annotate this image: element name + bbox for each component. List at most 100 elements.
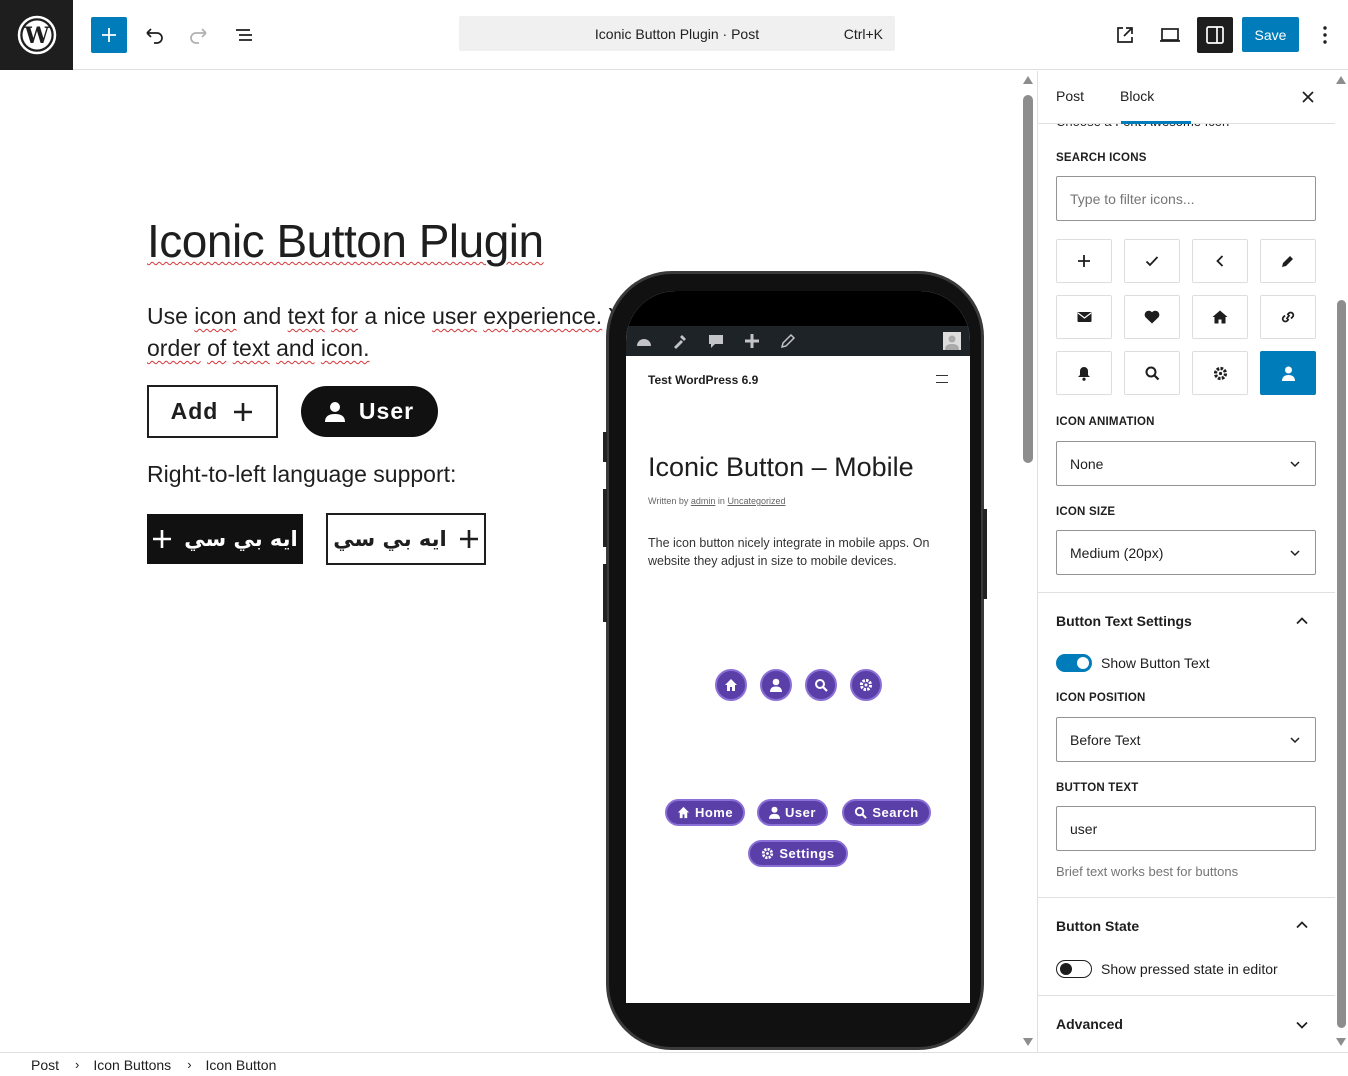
button-text-settings-title[interactable]: Button Text Settings	[1056, 613, 1192, 629]
breadcrumb-item[interactable]: Icon Button	[206, 1057, 277, 1073]
shortcut-hint: Ctrl+K	[843, 25, 883, 42]
save-button[interactable]: Save	[1242, 17, 1299, 52]
editor-canvas[interactable]: Iconic Button Plugin Use icon and text f…	[0, 71, 1020, 1052]
sidebar-icon	[1206, 26, 1224, 44]
scroll-up-arrow-icon[interactable]	[1023, 76, 1033, 84]
show-button-text-toggle[interactable]	[1056, 654, 1092, 672]
mobile-home-pill: Home	[665, 799, 745, 826]
sidebar-tabs: Post Block	[1038, 71, 1335, 124]
paragraph-word: user	[432, 303, 477, 329]
mobile-post-meta: Written by admin in Uncategorized	[648, 496, 785, 506]
plus-icon	[459, 530, 478, 548]
undo-icon	[146, 28, 163, 44]
mobile-settings-pill: Settings	[748, 840, 848, 867]
chevron-right-icon: ›	[75, 1057, 80, 1072]
scroll-down-arrow-icon[interactable]	[1023, 1038, 1033, 1046]
block-inserter-button[interactable]	[91, 17, 127, 53]
rtl-icon-button-outline[interactable]: ايه بي سي	[326, 513, 486, 565]
paragraph-word: icon	[194, 303, 237, 329]
pill-label: User	[785, 805, 816, 820]
chevron-down-icon[interactable]	[1295, 1018, 1309, 1032]
close-sidebar-button[interactable]	[1296, 85, 1320, 109]
scrollbar-thumb[interactable]	[1337, 300, 1346, 1028]
chevron-left-icon[interactable]	[1192, 239, 1248, 283]
command-palette-bar[interactable]: Iconic Button Plugin · Post Ctrl+K	[459, 16, 895, 51]
icon-position-value: Before Text	[1070, 731, 1141, 748]
check-icon[interactable]	[1124, 239, 1180, 283]
pill-label: Home	[694, 805, 734, 820]
editor-top-bar: W Iconic Button Plugin · Post Ctrl+K Sav…	[0, 0, 1348, 70]
customize-icon	[662, 326, 698, 356]
search-icon	[855, 806, 868, 819]
button-text-input[interactable]: user	[1056, 806, 1316, 851]
breadcrumb-item[interactable]: Icon Buttons	[93, 1057, 171, 1073]
search-icon[interactable]	[1124, 351, 1180, 395]
button-state-title[interactable]: Button State	[1056, 918, 1139, 934]
icon-size-select[interactable]: Medium (20px)	[1056, 530, 1316, 575]
block-breadcrumb: Post › Icon Buttons › Icon Button	[0, 1052, 1348, 1076]
user-icon[interactable]	[1260, 351, 1316, 395]
desktop-icon	[1160, 28, 1180, 42]
show-pressed-state-toggle[interactable]	[1056, 960, 1092, 978]
pencil-icon[interactable]	[1260, 239, 1316, 283]
rtl-support-label[interactable]: Right-to-left language support:	[147, 461, 456, 488]
sidebar-scrollbar[interactable]	[1335, 71, 1348, 1052]
post-title[interactable]: Iconic Button Plugin	[147, 214, 544, 268]
panel-divider	[1038, 897, 1335, 898]
bell-icon[interactable]	[1056, 351, 1112, 395]
pill-label: Settings	[779, 846, 835, 861]
panel-divider	[1038, 995, 1335, 996]
paragraph-word: experience.	[483, 303, 603, 329]
plus-icon	[102, 28, 116, 42]
options-button[interactable]	[1307, 17, 1343, 53]
rtl-icon-button-filled[interactable]: ايه بي سي	[147, 514, 303, 564]
meta-written-by: Written by	[648, 496, 689, 506]
advanced-panel-title[interactable]: Advanced	[1056, 1016, 1123, 1032]
heart-icon[interactable]	[1124, 295, 1180, 339]
add-icon-button[interactable]: Add	[147, 385, 278, 438]
canvas-scrollbar[interactable]	[1020, 71, 1036, 1052]
scroll-up-arrow-icon[interactable]	[1336, 76, 1346, 84]
phone-side-button	[603, 432, 607, 462]
chevron-up-icon[interactable]	[1295, 614, 1309, 628]
tab-block[interactable]: Block	[1120, 88, 1154, 104]
link-icon[interactable]	[1260, 295, 1316, 339]
icon-grid	[1056, 239, 1316, 395]
user-icon-button[interactable]: User	[301, 386, 438, 437]
settings-sidebar-toggle[interactable]	[1197, 17, 1233, 53]
scroll-down-arrow-icon[interactable]	[1336, 1038, 1346, 1046]
plus-icon[interactable]	[1056, 239, 1112, 283]
breadcrumb-item[interactable]: Post	[31, 1057, 59, 1073]
paragraph-word: text	[232, 335, 270, 361]
svg-text:W: W	[23, 23, 49, 49]
list-view-icon	[236, 29, 252, 41]
wordpress-logo-icon[interactable]: W	[0, 0, 73, 70]
mobile-post-text: The icon button nicely integrate in mobi…	[648, 536, 930, 568]
settings-sidebar: Choose a Font Awesome Icon Post Block SE…	[1037, 71, 1335, 1052]
redo-button[interactable]	[181, 17, 217, 53]
mobile-phone-image: Test WordPress 6.9 Iconic Button – Mobil…	[603, 271, 987, 1050]
gear-icon	[762, 847, 774, 860]
view-post-button[interactable]	[1107, 17, 1143, 53]
pill-label: Search	[872, 805, 919, 820]
paragraph-word: for	[331, 303, 358, 329]
panel-divider	[1038, 592, 1335, 593]
home-icon[interactable]	[1192, 295, 1248, 339]
icon-position-label: ICON POSITION	[1056, 692, 1146, 704]
undo-button[interactable]	[136, 17, 172, 53]
redo-icon	[190, 28, 207, 44]
paragraph-word: icon.	[320, 335, 370, 361]
document-overview-button[interactable]	[226, 17, 262, 53]
preview-device-button[interactable]	[1152, 17, 1188, 53]
mobile-user-pill: User	[757, 799, 828, 826]
envelope-icon[interactable]	[1056, 295, 1112, 339]
search-icon	[805, 669, 837, 701]
icon-animation-select[interactable]: None	[1056, 441, 1316, 486]
gear-icon[interactable]	[1192, 351, 1248, 395]
icon-position-select[interactable]: Before Text	[1056, 717, 1316, 762]
tab-post[interactable]: Post	[1056, 88, 1084, 104]
scrollbar-thumb[interactable]	[1023, 95, 1033, 463]
external-link-icon	[1117, 27, 1133, 43]
icon-search-input[interactable]: Type to filter icons...	[1056, 176, 1316, 221]
chevron-up-icon[interactable]	[1295, 918, 1309, 932]
